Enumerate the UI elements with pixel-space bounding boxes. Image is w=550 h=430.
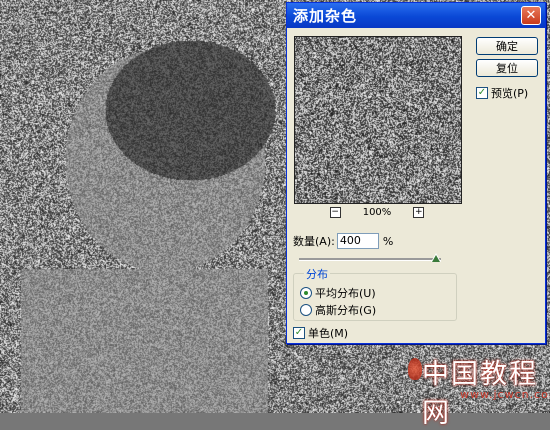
- amount-label: 数量(A):: [293, 233, 335, 249]
- close-icon: ✕: [526, 8, 537, 23]
- preview-label: 预览(P): [491, 85, 528, 101]
- uniform-radio[interactable]: [300, 287, 312, 299]
- distribution-legend: 分布: [304, 266, 330, 282]
- minus-icon: −: [331, 207, 339, 217]
- add-noise-dialog: 添加杂色 ✕ − 100% + 确定 复位 ✓ 预览(P) 数量(A): 400…: [286, 2, 546, 344]
- gaussian-option[interactable]: 高斯分布(G): [300, 302, 376, 318]
- ok-button[interactable]: 确定: [476, 37, 538, 55]
- plus-icon: +: [415, 207, 423, 217]
- amount-row: 数量(A): 400 %: [293, 233, 393, 249]
- monochromatic-checkbox[interactable]: ✓: [293, 327, 305, 339]
- amount-unit: %: [383, 235, 393, 248]
- gaussian-label: 高斯分布(G): [315, 302, 376, 318]
- distribution-group: 分布 平均分布(U) 高斯分布(G): [293, 273, 457, 321]
- preview-noise-image: [295, 37, 461, 203]
- monochromatic-checkbox-row[interactable]: ✓ 单色(M): [293, 325, 348, 341]
- gaussian-radio[interactable]: [300, 304, 312, 316]
- preview-checkbox-row[interactable]: ✓ 预览(P): [476, 85, 528, 101]
- watermark-logo-icon: [408, 358, 422, 380]
- zoom-level: 100%: [363, 207, 392, 218]
- zoom-out-button[interactable]: −: [330, 207, 341, 218]
- close-button[interactable]: ✕: [521, 6, 541, 25]
- slider-thumb-icon: [432, 255, 440, 262]
- zoom-in-button[interactable]: +: [413, 207, 424, 218]
- reset-button[interactable]: 复位: [476, 59, 538, 77]
- dialog-title: 添加杂色: [293, 5, 521, 26]
- amount-input[interactable]: 400: [337, 233, 379, 249]
- watermark-url: www.jcwcn.com: [460, 388, 550, 401]
- preview-pane[interactable]: [294, 36, 462, 204]
- uniform-option[interactable]: 平均分布(U): [300, 285, 376, 301]
- monochromatic-label: 单色(M): [308, 325, 348, 341]
- zoom-controls: − 100% +: [294, 207, 460, 218]
- uniform-label: 平均分布(U): [315, 285, 376, 301]
- preview-checkbox[interactable]: ✓: [476, 87, 488, 99]
- dialog-titlebar[interactable]: 添加杂色 ✕: [287, 3, 545, 28]
- amount-slider-track[interactable]: [299, 258, 441, 261]
